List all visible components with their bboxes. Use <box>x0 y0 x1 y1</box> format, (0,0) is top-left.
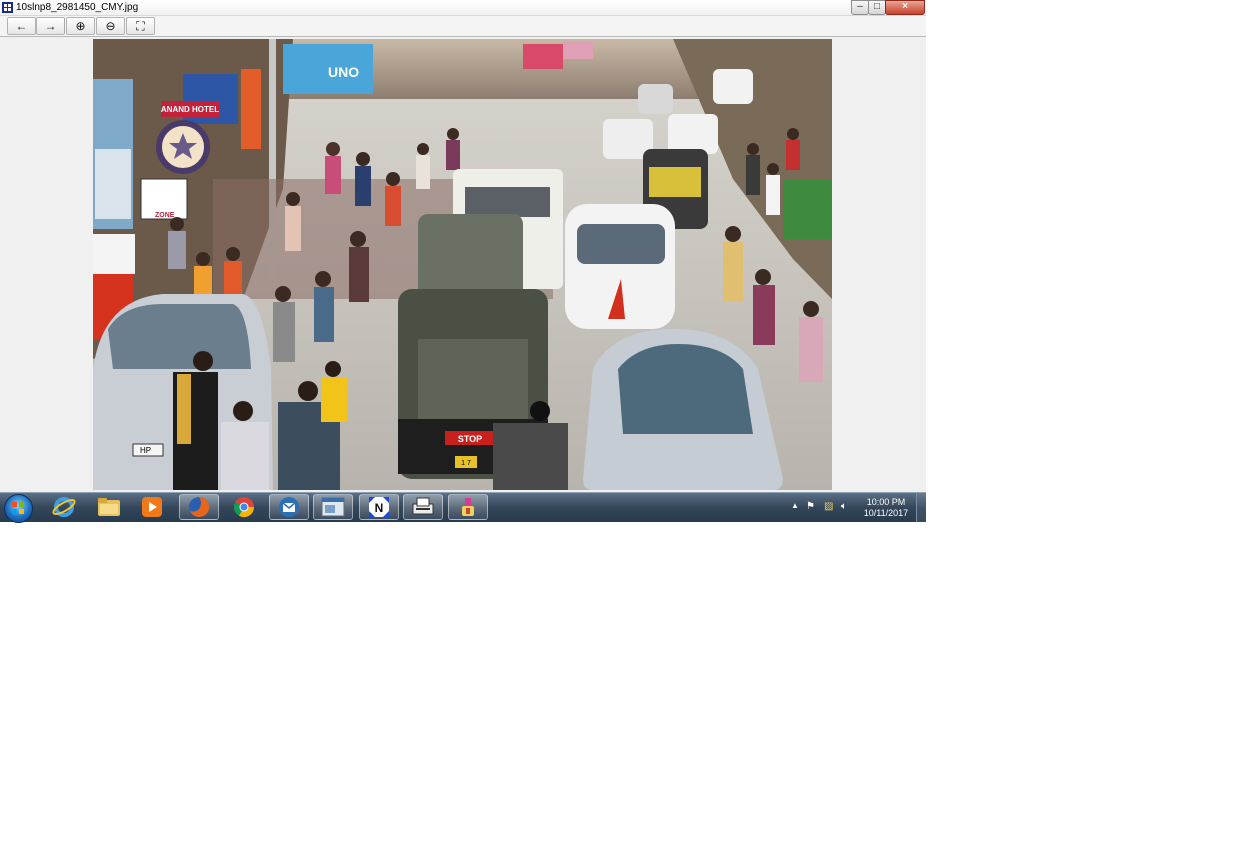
show-hidden-icons-icon[interactable]: ▲ <box>791 501 799 510</box>
folder-icon[interactable] <box>89 494 129 520</box>
paint-icon[interactable] <box>448 494 488 520</box>
toolbar-divider <box>64 18 65 33</box>
taskbar: N ▲ ⚑ ▨ 🔈︎ 10:00 PM 10/11/2017 <box>0 492 927 523</box>
street-scene-illustration: ANAND HOTEL ZONE UNO STOP 1 7 HP <box>93 39 832 490</box>
scanner-icon[interactable] <box>403 494 443 520</box>
clock-date: 10/11/2017 <box>863 508 909 518</box>
image-viewport[interactable]: ANAND HOTEL ZONE UNO STOP 1 7 HP <box>0 37 926 492</box>
zoom-out-icon[interactable]: ⊖ <box>96 17 125 35</box>
clock-time: 10:00 PM <box>866 497 906 507</box>
forward-arrow-icon[interactable]: → <box>36 17 65 35</box>
close-button[interactable]: × <box>885 0 925 15</box>
rickshaw-plate: 1 7 <box>461 460 471 467</box>
firefox-icon[interactable] <box>179 494 219 520</box>
network-icon[interactable]: ▨ <box>824 501 833 512</box>
ie-icon[interactable] <box>44 494 84 520</box>
window-title: 10slnp8_2981450_CMY.jpg <box>16 2 139 13</box>
app-icon <box>2 2 13 13</box>
image-viewer-window: 10slnp8_2981450_CMY.jpg – □ × ← → ⊕ ⊖ ⛶ <box>0 0 926 492</box>
window-app-icon[interactable] <box>313 494 353 520</box>
zone-sign-text: ZONE <box>155 212 175 219</box>
action-center-flag-icon[interactable]: ⚑ <box>806 501 815 512</box>
hotel-sign-text: ANAND HOTEL <box>161 105 219 114</box>
title-bar[interactable]: 10slnp8_2981450_CMY.jpg – □ × <box>0 0 926 16</box>
minimize-button[interactable]: – <box>851 0 869 15</box>
shop-sign-text: UNO <box>328 64 359 80</box>
mail-icon[interactable] <box>269 494 309 520</box>
rickshaw-stop-label: STOP <box>458 434 482 444</box>
back-arrow-icon[interactable]: ← <box>7 17 36 35</box>
start-button[interactable] <box>4 494 33 523</box>
media-player-icon[interactable] <box>132 494 172 520</box>
maximize-button[interactable]: □ <box>868 0 886 15</box>
car-plate: HP <box>140 446 151 455</box>
show-desktop-button[interactable] <box>916 493 927 522</box>
fit-window-icon[interactable]: ⛶ <box>126 17 155 35</box>
system-clock[interactable]: 10:00 PM 10/11/2017 <box>858 497 914 519</box>
image-viewer-icon[interactable]: N <box>359 494 399 520</box>
chrome-icon[interactable] <box>224 494 264 520</box>
zoom-in-icon[interactable]: ⊕ <box>66 17 95 35</box>
white-car <box>565 204 675 329</box>
street-photo: ANAND HOTEL ZONE UNO STOP 1 7 HP <box>93 39 832 490</box>
toolbar: ← → ⊕ ⊖ ⛶ <box>0 16 926 37</box>
volume-icon[interactable]: 🔈︎ <box>841 501 847 512</box>
svg-text:N: N <box>375 501 384 515</box>
